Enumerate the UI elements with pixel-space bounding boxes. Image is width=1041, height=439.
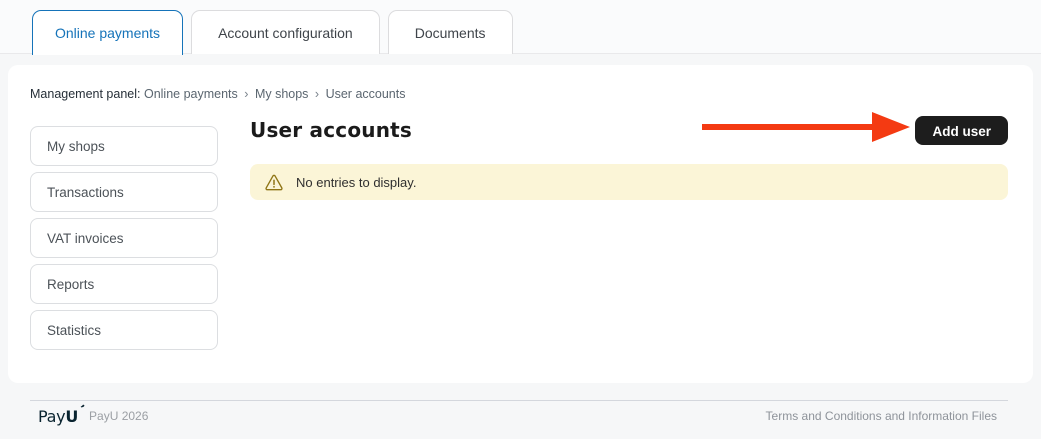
empty-state-banner: No entries to display. — [250, 164, 1008, 200]
tab-online-payments[interactable]: Online payments — [32, 10, 184, 55]
warning-triangle-icon — [265, 174, 283, 191]
sidebar-item-label: Transactions — [47, 184, 124, 200]
footer-left: PayU’ PayU 2026 — [38, 402, 149, 426]
tab-label: Documents — [414, 24, 486, 41]
breadcrumb-separator: › — [244, 87, 249, 101]
sidebar-item-my-shops[interactable]: My shops — [30, 126, 218, 166]
breadcrumb-prefix: Management panel: — [30, 87, 141, 101]
sidebar-item-transactions[interactable]: Transactions — [30, 172, 218, 212]
sidebar-nav: My shops Transactions VAT invoices Repor… — [30, 126, 218, 356]
copyright-text: PayU 2026 — [89, 409, 149, 423]
add-user-button[interactable]: Add user — [915, 115, 1008, 145]
tab-label: Account configuration — [218, 24, 353, 41]
tab-strip: Online payments Account configuration Do… — [32, 10, 513, 55]
footer-divider — [30, 400, 1008, 401]
sidebar-item-label: VAT invoices — [47, 230, 124, 246]
page-title: User accounts — [250, 118, 413, 142]
tab-label: Online payments — [55, 25, 161, 41]
main-content: User accounts Add user No entries to dis… — [250, 113, 1008, 356]
content-panel: Management panel: Online payments › My s… — [8, 65, 1033, 383]
sidebar-item-statistics[interactable]: Statistics — [30, 310, 218, 350]
sidebar-item-vat-invoices[interactable]: VAT invoices — [30, 218, 218, 258]
breadcrumb-item-my-shops[interactable]: My shops — [255, 87, 309, 101]
payu-logo-mark: ’ — [75, 401, 87, 415]
sidebar-item-label: Reports — [47, 276, 95, 292]
main-header-row: User accounts Add user — [250, 115, 1008, 145]
breadcrumb-item-user-accounts: User accounts — [325, 87, 406, 101]
breadcrumb-separator: › — [314, 87, 320, 101]
payu-logo-pay: Pay — [38, 406, 66, 426]
sidebar-item-label: Statistics — [47, 322, 102, 338]
terms-link[interactable]: Terms and Conditions and Information Fil… — [766, 409, 997, 423]
payu-logo: PayU’ — [38, 402, 87, 426]
tab-account-configuration[interactable]: Account configuration — [191, 10, 380, 54]
sidebar-item-label: My shops — [47, 138, 105, 154]
empty-state-message: No entries to display. — [296, 174, 417, 190]
tab-documents[interactable]: Documents — [387, 10, 513, 54]
breadcrumb-item-online-payments[interactable]: Online payments — [144, 87, 238, 101]
breadcrumb: Management panel: Online payments › My s… — [30, 87, 1008, 101]
top-tab-bar: Online payments Account configuration Do… — [0, 0, 1041, 55]
sidebar-item-reports[interactable]: Reports — [30, 264, 218, 304]
content-row: My shops Transactions VAT invoices Repor… — [30, 113, 1008, 356]
